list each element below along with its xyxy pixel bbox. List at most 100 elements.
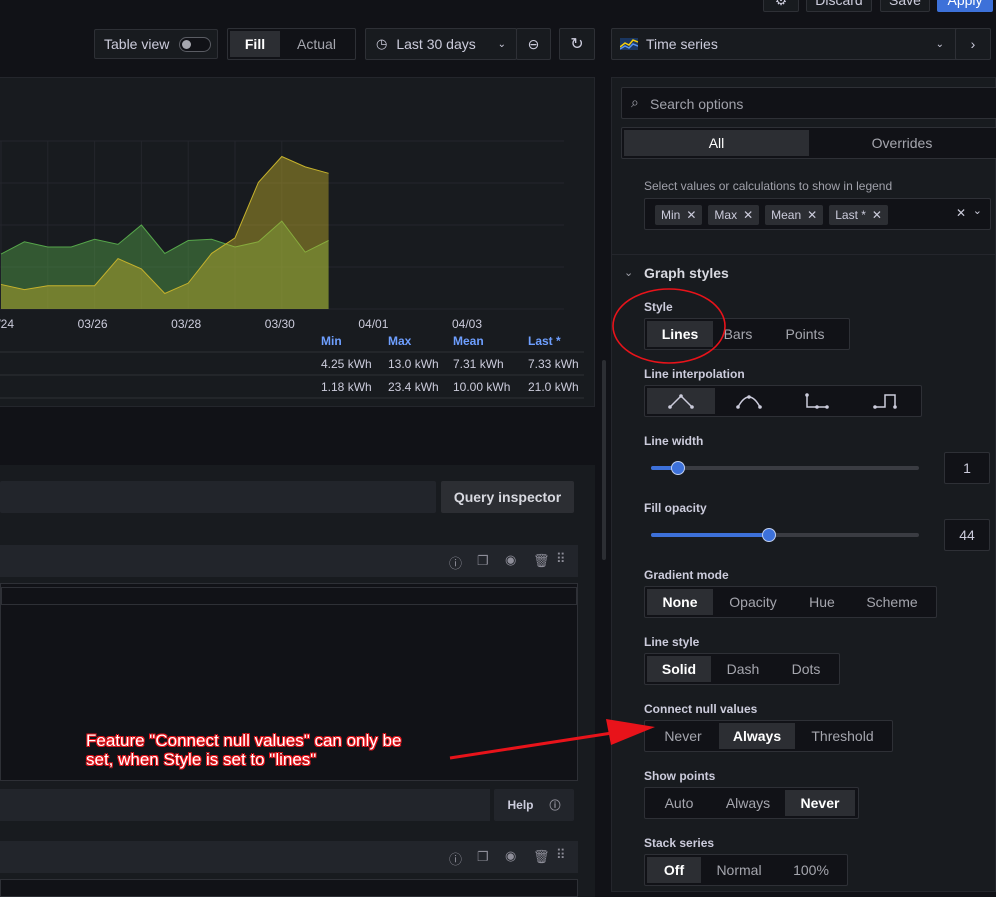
tab-all[interactable]: All — [624, 130, 809, 156]
legend-value-tag[interactable]: Mean ✕ — [765, 205, 824, 225]
legend-value: 23.4 kWh — [388, 380, 439, 394]
line-interpolation-label: Line interpolation — [644, 367, 745, 381]
save-button[interactable]: Save — [880, 0, 930, 12]
close-icon: ✕ — [743, 208, 754, 222]
toggle-switch[interactable] — [179, 37, 211, 52]
trash-icon[interactable]: 🗑 — [533, 849, 550, 865]
eye-icon[interactable]: ◉ — [505, 848, 516, 864]
connect-null-option-always[interactable]: Always — [719, 723, 795, 749]
fill-opacity-input[interactable]: 44 — [944, 519, 990, 551]
legend-header: Mean — [453, 334, 484, 348]
interpolation-linear-option[interactable] — [647, 388, 715, 414]
stack-option-normal[interactable]: Normal — [701, 857, 777, 883]
step-after-icon — [873, 394, 897, 409]
help-icon[interactable]: ⓘ — [449, 849, 462, 868]
step-before-icon — [805, 393, 829, 409]
close-icon: ✕ — [807, 208, 818, 222]
refresh-icon: ↻ — [570, 36, 584, 53]
legend-value: 4.25 kWh — [321, 357, 372, 371]
line-width-label: Line width — [644, 434, 704, 448]
show-points-option-never[interactable]: Never — [785, 790, 855, 816]
graph-styles-title[interactable]: Graph styles — [644, 265, 729, 281]
x-tick-label: 03/26 — [78, 317, 108, 331]
table-view-toggle[interactable]: Table view — [94, 29, 218, 59]
show-points-option-always[interactable]: Always — [711, 790, 785, 816]
slider-thumb[interactable] — [670, 461, 685, 475]
style-option-points[interactable]: Points — [763, 321, 847, 347]
query-inspector-button[interactable]: Query inspector — [441, 481, 574, 513]
legend-values-select[interactable]: Min ✕ Max ✕ Mean ✕ Last * ✕ ✕ ⌄ — [644, 198, 991, 230]
visualization-label: Time series — [646, 36, 718, 52]
style-radio-group: Lines Bars Points — [644, 318, 850, 350]
query-datasource-bar[interactable] — [0, 481, 436, 513]
style-option-bars[interactable]: Bars — [713, 321, 763, 347]
stack-option-100[interactable]: 100% — [777, 857, 845, 883]
x-tick-label: 04/01 — [358, 317, 388, 331]
collapse-options-button[interactable]: › — [955, 28, 991, 60]
clear-icon[interactable]: ✕ — [956, 206, 966, 220]
drag-handle-icon[interactable]: ⠿ — [556, 847, 566, 863]
duplicate-icon[interactable]: ❐ — [477, 849, 489, 865]
connect-null-option-threshold[interactable]: Threshold — [795, 723, 890, 749]
fill-actual-toggle: Fill Actual — [227, 28, 356, 60]
gradient-option-opacity[interactable]: Opacity — [713, 589, 793, 615]
drag-handle-icon[interactable]: ⠿ — [556, 551, 566, 567]
gradient-option-hue[interactable]: Hue — [793, 589, 851, 615]
info-icon: ⓘ — [549, 800, 561, 812]
tab-overrides[interactable]: Overrides — [809, 130, 995, 156]
legend-value-tag[interactable]: Max ✕ — [708, 205, 760, 225]
query-options-bar[interactable] — [0, 789, 490, 821]
linear-interpolation-icon — [668, 394, 694, 409]
refresh-button[interactable]: ↻ — [559, 28, 595, 60]
zoom-out-icon: ⊖ — [527, 35, 540, 52]
settings-button[interactable]: ⚙ — [763, 0, 799, 12]
query-editor-box-2[interactable] — [0, 879, 578, 897]
legend-value-tag[interactable]: Min ✕ — [655, 205, 703, 225]
style-label: Style — [644, 300, 673, 314]
gradient-mode-label: Gradient mode — [644, 568, 729, 582]
help-button[interactable]: Help ⓘ — [494, 789, 574, 821]
annotation-line-1: Feature "Connect null values" can only b… — [86, 731, 402, 750]
line-style-option-dots[interactable]: Dots — [775, 656, 837, 682]
smooth-interpolation-icon — [736, 395, 762, 409]
chevron-down-icon[interactable]: ⌄ — [624, 266, 633, 279]
legend-header: Min — [321, 334, 342, 348]
line-width-slider[interactable] — [651, 461, 919, 475]
trash-icon[interactable]: 🗑 — [533, 553, 550, 569]
line-style-option-solid[interactable]: Solid — [647, 656, 711, 682]
gradient-option-none[interactable]: None — [647, 589, 713, 615]
legend-value-tag[interactable]: Last * ✕ — [829, 205, 888, 225]
interpolation-smooth-option[interactable] — [715, 388, 783, 414]
legend-header: Last * — [528, 334, 561, 348]
legend-value: 7.33 kWh — [528, 357, 579, 371]
duplicate-icon[interactable]: ❐ — [477, 553, 489, 569]
line-style-option-dash[interactable]: Dash — [711, 656, 775, 682]
time-range-picker[interactable]: ◷ Last 30 days ⌄ — [365, 28, 517, 60]
slider-thumb[interactable] — [761, 528, 776, 542]
connect-null-option-never[interactable]: Never — [647, 723, 719, 749]
x-tick-label: 04/03 — [452, 317, 482, 331]
chevron-down-icon[interactable]: ⌄ — [973, 204, 982, 217]
interpolation-step-before-option[interactable] — [783, 388, 851, 414]
help-icon[interactable]: ⓘ — [449, 553, 462, 572]
splitter-handle[interactable] — [602, 360, 606, 560]
line-width-input[interactable]: 1 — [944, 452, 990, 484]
actual-option[interactable]: Actual — [280, 31, 353, 57]
stack-option-off[interactable]: Off — [647, 857, 701, 883]
query-row-header-2 — [0, 841, 578, 873]
zoom-out-button[interactable]: ⊖ — [516, 28, 551, 60]
interpolation-step-after-option[interactable] — [851, 388, 919, 414]
fill-opacity-label: Fill opacity — [644, 501, 707, 515]
show-points-group: Auto Always Never — [644, 787, 859, 819]
fill-opacity-slider[interactable] — [651, 528, 919, 542]
fill-option[interactable]: Fill — [230, 31, 280, 57]
discard-button[interactable]: Discard — [806, 0, 872, 12]
style-option-lines[interactable]: Lines — [647, 321, 713, 347]
search-options-input[interactable]: ⌕ Search options — [621, 87, 996, 119]
gradient-option-scheme[interactable]: Scheme — [851, 589, 933, 615]
apply-button[interactable]: Apply — [937, 0, 993, 12]
eye-icon[interactable]: ◉ — [505, 552, 516, 568]
visualization-picker[interactable]: Time series ⌄ — [611, 28, 961, 60]
gear-icon: ⚙ — [775, 0, 788, 9]
show-points-option-auto[interactable]: Auto — [647, 790, 711, 816]
